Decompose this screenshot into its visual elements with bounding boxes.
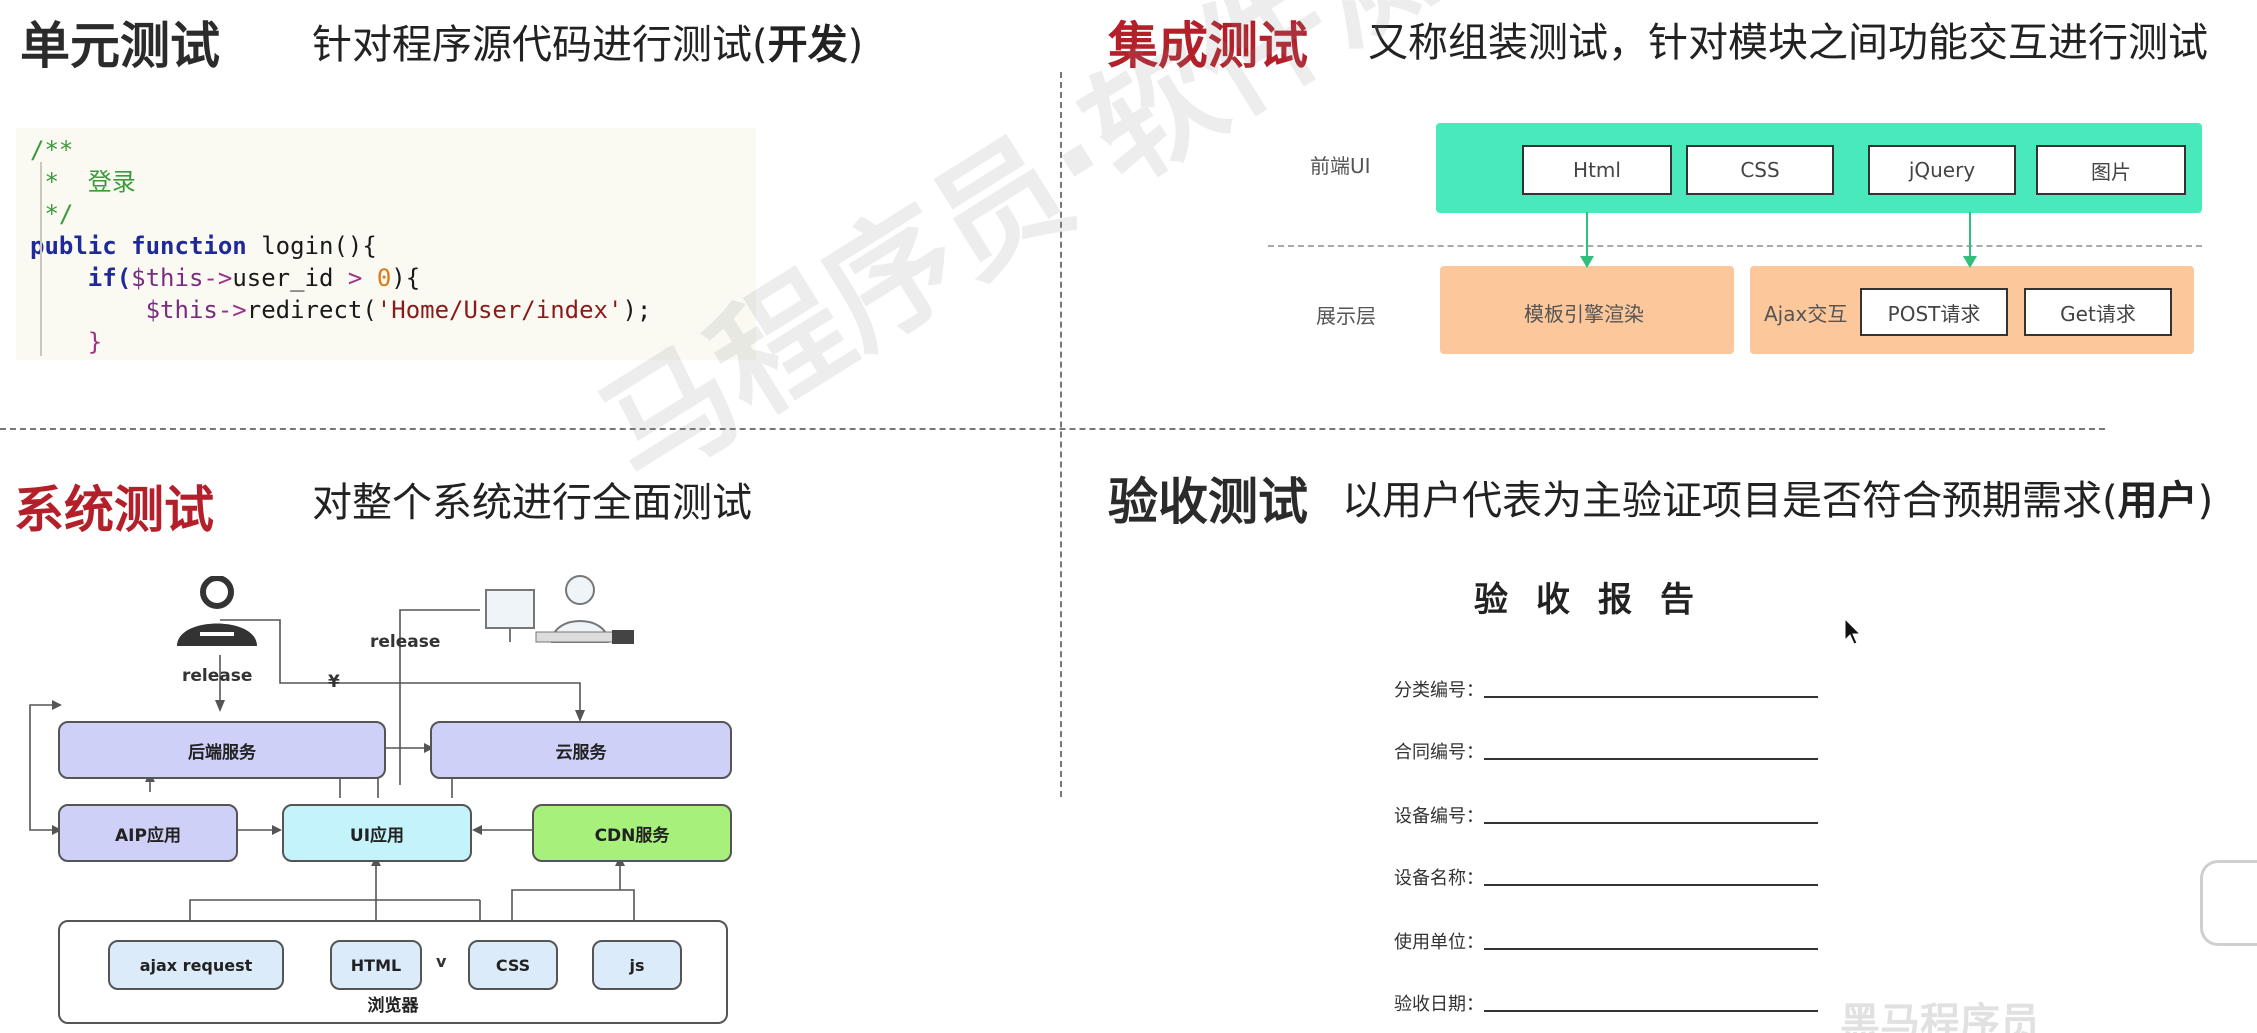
developer-person-icon: [172, 575, 262, 648]
ajax-request-box: ajax request: [108, 940, 284, 990]
report-title: 验收报告: [1474, 580, 1722, 620]
field-equipment-number-line[interactable]: [1484, 822, 1818, 824]
jquery-box: jQuery: [1868, 145, 2016, 195]
template-render-label: 模板引擎渲染: [1524, 302, 1644, 326]
release-label-left: release: [182, 666, 253, 686]
play-button[interactable]: [2200, 860, 2257, 946]
field-contract-number-label: 合同编号：: [1394, 742, 1484, 763]
yen-label: ¥: [328, 672, 340, 692]
acceptance-test-title: 验收测试: [1108, 473, 1308, 531]
css-box-system: CSS: [468, 940, 558, 990]
backend-service-box: 后端服务: [58, 721, 386, 779]
acceptance-test-description: 以用户代表为主验证项目是否符合预期需求(用户): [1342, 478, 2214, 524]
computer-user-icon: [480, 572, 640, 652]
js-box-system: js: [592, 940, 682, 990]
mouse-cursor-icon: [1844, 618, 1862, 645]
cloud-service-box: 云服务: [430, 721, 732, 779]
field-user-unit-label: 使用单位：: [1394, 932, 1484, 953]
ajax-label: Ajax交互: [1764, 302, 1848, 326]
ui-app-box: UI应用: [282, 804, 472, 862]
integration-arrows: [1580, 212, 1977, 268]
field-acceptance-date-line[interactable]: [1484, 1010, 1818, 1012]
field-category-number-line[interactable]: [1484, 696, 1818, 698]
slide: 单元测试 针对程序源代码进行测试(开发) /** * 登录 */ public …: [0, 0, 2257, 1033]
brand-logo-text: 黑马程序员: [1840, 1000, 2040, 1033]
image-box: 图片: [2036, 145, 2186, 195]
display-layer-label: 展示层: [1316, 304, 1376, 328]
field-equipment-name-label: 设备名称：: [1394, 868, 1484, 889]
css-box: CSS: [1686, 145, 1834, 195]
html-box-system: HTML: [330, 940, 422, 990]
v-label: v: [436, 952, 447, 971]
field-user-unit-line[interactable]: [1484, 948, 1818, 950]
html-box: Html: [1522, 145, 1672, 195]
frontend-ui-label: 前端UI: [1310, 154, 1371, 178]
browser-label: 浏览器: [367, 996, 419, 1016]
field-category-number-label: 分类编号：: [1394, 680, 1484, 701]
unit-test-description: 针对程序源代码进行测试(开发): [312, 22, 864, 68]
aip-app-box: AIP应用: [58, 804, 238, 862]
field-equipment-number-label: 设备编号：: [1394, 806, 1484, 827]
unit-test-title: 单元测试: [20, 17, 220, 75]
get-request-box: Get请求: [2024, 288, 2172, 336]
post-request-box: POST请求: [1860, 288, 2008, 336]
release-label-right: release: [370, 632, 441, 652]
cdn-service-box: CDN服务: [532, 804, 732, 862]
integration-test-description: 又称组装测试，针对模块之间功能交互进行测试: [1368, 20, 2208, 66]
system-test-title: 系统测试: [14, 481, 214, 539]
field-contract-number-line[interactable]: [1484, 758, 1818, 760]
field-acceptance-date-label: 验收日期：: [1394, 994, 1484, 1015]
field-equipment-name-line[interactable]: [1484, 884, 1818, 886]
horizontal-divider: [0, 428, 2105, 430]
